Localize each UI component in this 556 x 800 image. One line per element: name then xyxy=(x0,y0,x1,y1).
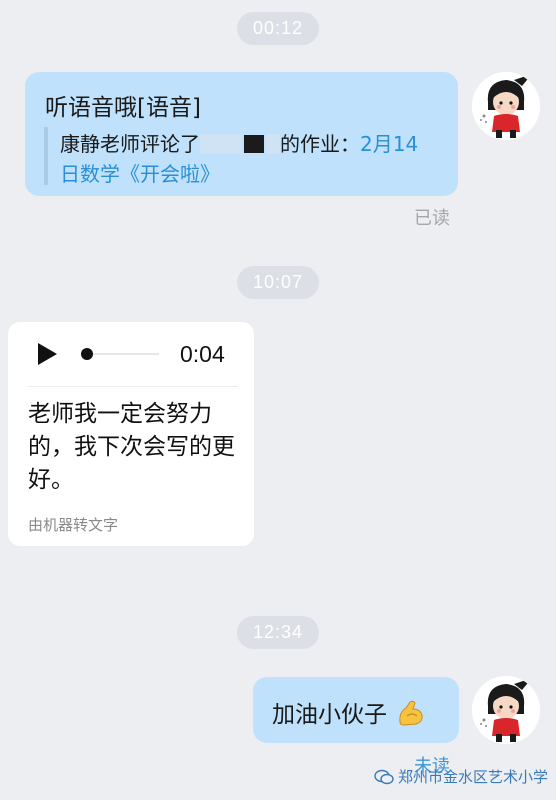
voice-transcript: 老师我一定会努力的，我下次会写的更好。 xyxy=(28,401,235,493)
voice-message-card[interactable]: 0:04 老师我一定会努力的，我下次会写的更好。 由机器转文字 xyxy=(8,322,254,546)
quote-mid-text: 的作业： xyxy=(280,132,360,156)
message-text: 听语音哦[语音] xyxy=(45,95,201,121)
message-text-wrap: 加油小伙子 xyxy=(272,695,426,729)
voice-duration: 0:04 xyxy=(180,341,225,367)
redacted-block xyxy=(200,134,242,154)
redacted-block xyxy=(244,135,264,153)
quote-link-text[interactable]: 日数学《开会啦》 xyxy=(60,162,220,186)
voice-progress-track[interactable] xyxy=(93,353,159,355)
message-bubble-sent[interactable]: 听语音哦[语音] 康静老师评论了 的作业：2月14 日数学《开会啦》 xyxy=(25,72,458,196)
watermark-text: 郑州市金水区艺术小学 xyxy=(398,768,549,786)
quoted-text[interactable]: 康静老师评论了 的作业：2月14 日数学《开会啦》 xyxy=(60,129,450,189)
girl-avatar-icon xyxy=(472,676,540,744)
quote-bar xyxy=(44,127,48,185)
quote-start-text: 康静老师评论了 xyxy=(60,132,200,156)
wechat-icon xyxy=(374,769,394,785)
voice-progress-handle[interactable] xyxy=(81,348,93,360)
read-status: 已读 xyxy=(414,208,450,229)
watermark: 郑州市金水区艺术小学 xyxy=(374,766,548,787)
avatar[interactable] xyxy=(472,676,540,744)
timestamp: 00:12 xyxy=(236,12,320,45)
message-text: 加油小伙子 xyxy=(272,702,387,728)
flexed-biceps-icon xyxy=(399,700,423,726)
redacted-block xyxy=(266,134,280,154)
play-icon[interactable] xyxy=(35,342,59,366)
machine-transcription-label: 由机器转文字 xyxy=(28,516,119,534)
quote-link-text[interactable]: 2月14 xyxy=(360,132,418,156)
girl-avatar-icon xyxy=(472,72,540,140)
divider xyxy=(28,386,238,387)
timestamp: 12:34 xyxy=(236,616,320,649)
timestamp: 10:07 xyxy=(236,266,320,299)
avatar[interactable] xyxy=(472,72,540,140)
message-bubble-sent[interactable]: 加油小伙子 xyxy=(253,677,459,743)
